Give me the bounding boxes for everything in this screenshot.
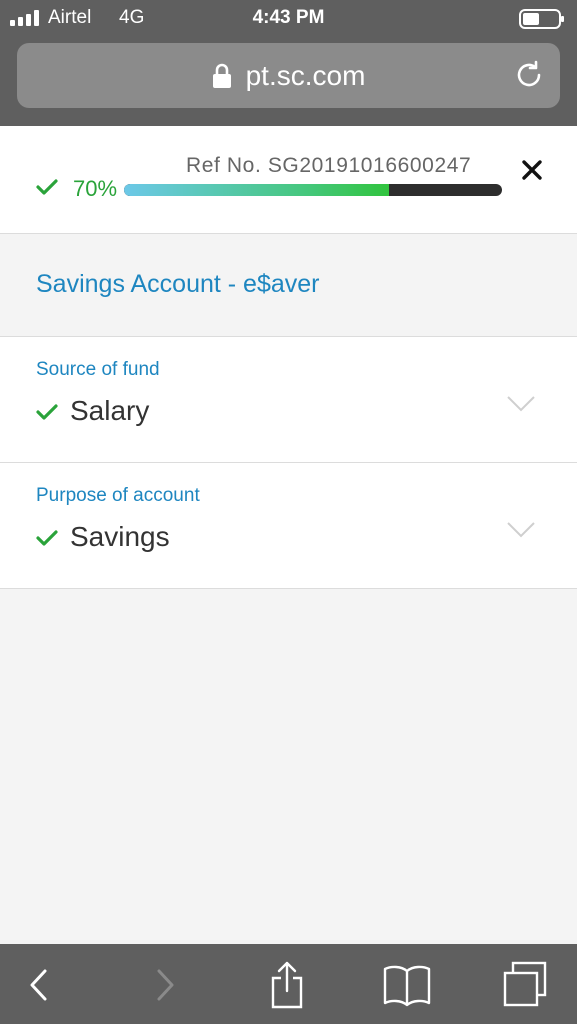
field-value: Salary [70, 395, 150, 426]
close-icon[interactable] [520, 158, 544, 182]
reload-icon[interactable] [514, 60, 544, 90]
forward-icon [157, 969, 174, 1001]
field-label: Purpose of account [36, 485, 200, 506]
application-progress-header: Ref No. SG20191016600247 70% [0, 126, 577, 234]
reference-number: Ref No. SG20191016600247 [186, 154, 472, 177]
field-value: Savings [70, 521, 170, 552]
check-icon [36, 530, 58, 546]
address-content: pt.sc.com [17, 43, 560, 108]
chevron-down-icon[interactable] [506, 395, 536, 413]
field-label: Source of fund [36, 359, 160, 380]
chevron-down-icon[interactable] [506, 521, 536, 539]
tabs-icon [503, 961, 547, 1007]
status-bar: Airtel 4G 4:43 PM [0, 0, 577, 38]
account-section: Savings Account - e$aver [0, 234, 577, 337]
browser-toolbar [0, 944, 577, 1024]
back-button[interactable] [14, 960, 64, 1010]
check-icon [36, 404, 58, 420]
progress-percent: 70% [73, 176, 118, 201]
tabs-button[interactable] [500, 960, 550, 1010]
purpose-of-account-select[interactable]: Purpose of account Savings [0, 463, 577, 589]
battery-icon [519, 9, 564, 29]
bookmarks-icon [383, 965, 431, 1007]
browser-chrome: Airtel 4G 4:43 PM pt.sc.com [0, 0, 577, 126]
source-of-fund-select[interactable]: Source of fund Salary [0, 337, 577, 463]
share-button[interactable] [262, 960, 312, 1010]
forward-button[interactable] [140, 960, 190, 1010]
address-bar[interactable]: pt.sc.com [17, 43, 560, 108]
lock-icon [212, 63, 231, 88]
bookmarks-button[interactable] [382, 960, 432, 1010]
share-icon [271, 961, 303, 1009]
progress-bar-fill [124, 184, 389, 196]
progress-bar [124, 184, 502, 196]
url-text: pt.sc.com [245, 59, 366, 91]
back-icon [30, 969, 47, 1001]
account-title: Savings Account - e$aver [36, 270, 320, 298]
check-icon [36, 179, 58, 195]
clock: 4:43 PM [252, 7, 325, 28]
